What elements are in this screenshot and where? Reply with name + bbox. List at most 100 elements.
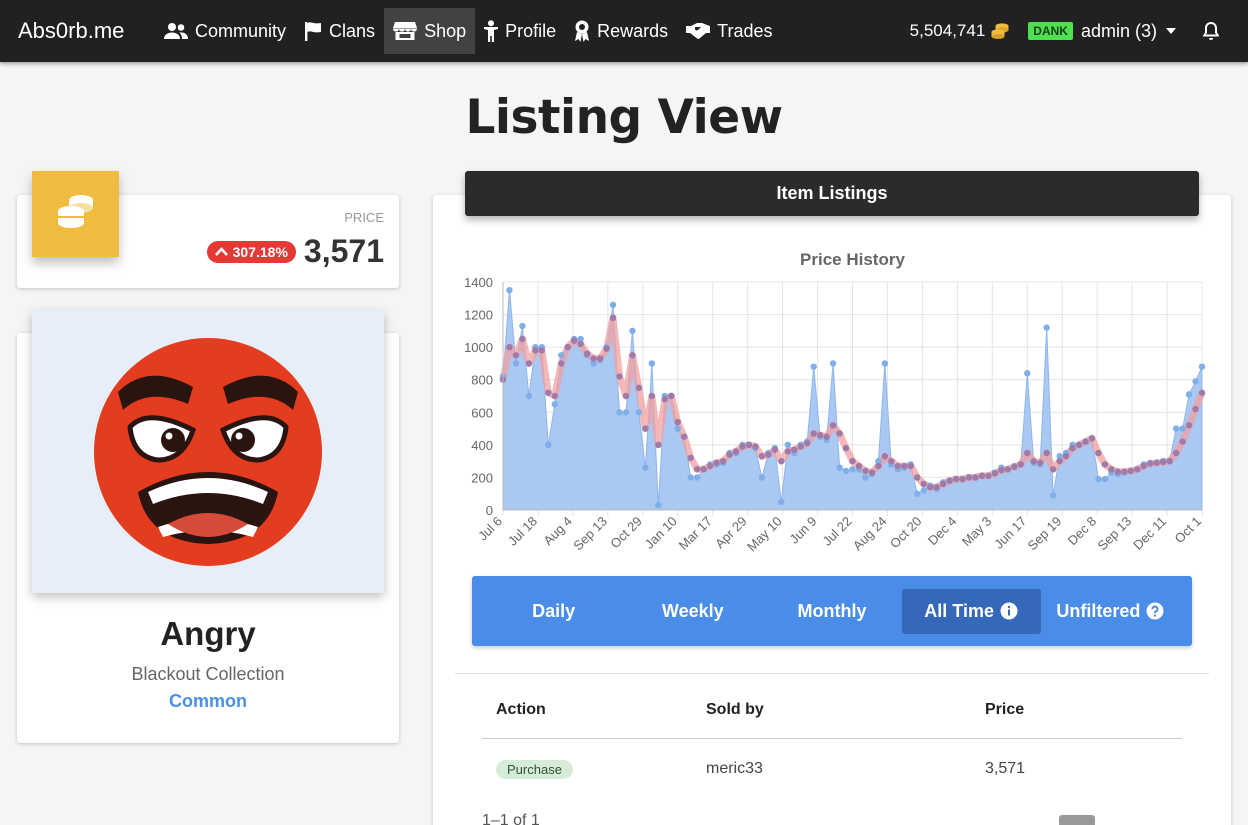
- average-point: [778, 457, 785, 465]
- nav-rewards[interactable]: Rewards: [565, 8, 677, 54]
- average-point: [784, 448, 791, 455]
- average-point: [706, 462, 714, 470]
- average-point: [939, 480, 947, 488]
- seller-cell[interactable]: meric33: [706, 760, 763, 778]
- price-point: [558, 352, 565, 359]
- pagination-info: 1–1 of 1: [482, 812, 540, 825]
- average-point: [907, 462, 914, 470]
- user-menu[interactable]: admin (3): [1081, 21, 1176, 42]
- x-tick-label: Dec 11: [1130, 514, 1169, 553]
- average-point: [732, 448, 740, 455]
- average-point: [862, 467, 869, 475]
- average-point: [745, 441, 753, 449]
- column-header-seller[interactable]: Sold by: [706, 701, 764, 719]
- x-tick-label: Oct 1: [1172, 514, 1205, 547]
- price-point: [881, 360, 889, 367]
- average-point: [972, 474, 979, 481]
- average-point: [868, 469, 876, 476]
- average-point: [532, 347, 539, 354]
- average-point: [713, 459, 720, 466]
- price-point: [778, 498, 785, 506]
- price-point: [629, 327, 636, 335]
- average-point: [700, 466, 707, 473]
- nav-clans[interactable]: Clans: [295, 8, 384, 54]
- price-point: [1179, 425, 1186, 432]
- average-point: [1140, 462, 1147, 470]
- average-point: [952, 475, 960, 483]
- pagination-button[interactable]: [1059, 815, 1095, 825]
- x-tick-label: Sep 13: [570, 514, 610, 554]
- average-point: [570, 337, 578, 344]
- y-tick-label: 800: [471, 373, 493, 388]
- x-tick-label: Oct 20: [887, 514, 925, 552]
- brand-logo[interactable]: Abs0rb.me: [18, 18, 155, 44]
- average-point: [564, 343, 571, 351]
- range-weekly-button[interactable]: Weekly: [623, 589, 762, 634]
- x-tick-label: Sep 19: [1025, 514, 1065, 554]
- price-point: [506, 286, 513, 294]
- nav-community[interactable]: Community: [155, 8, 295, 54]
- average-point: [894, 462, 902, 470]
- average-point: [797, 443, 804, 450]
- average-point: [1036, 459, 1044, 466]
- rank-badge: DANK: [1028, 22, 1073, 40]
- x-tick-label: May 10: [744, 514, 785, 555]
- average-point: [629, 352, 636, 359]
- average-point: [655, 441, 662, 449]
- average-point: [609, 314, 617, 322]
- coins-icon: [991, 23, 1009, 39]
- users-icon: [164, 22, 188, 40]
- price-point: [655, 501, 662, 509]
- x-tick-label: Mar 17: [676, 514, 715, 553]
- average-point: [965, 474, 973, 481]
- price-point: [810, 363, 817, 370]
- price-point: [687, 474, 694, 481]
- column-header-action[interactable]: Action: [496, 701, 546, 719]
- average-point: [545, 389, 552, 396]
- question-icon[interactable]: [1146, 602, 1164, 620]
- price-point: [784, 441, 791, 449]
- average-point: [998, 466, 1005, 474]
- range-monthly-button[interactable]: Monthly: [762, 589, 901, 634]
- average-point: [1101, 461, 1109, 468]
- page-title: Listing View: [465, 90, 783, 145]
- average-point: [1166, 457, 1173, 465]
- item-collection[interactable]: Blackout Collection: [17, 664, 399, 685]
- price-point: [545, 441, 552, 449]
- nav-profile-label: Profile: [505, 20, 557, 41]
- average-point: [1121, 468, 1128, 475]
- average-point: [901, 462, 908, 470]
- nav-trades[interactable]: Trades: [677, 8, 781, 54]
- x-tick-label: Jun 9: [787, 514, 820, 547]
- average-point: [551, 392, 558, 400]
- price-point: [1192, 378, 1199, 385]
- y-tick-label: 600: [471, 405, 493, 420]
- price-point: [862, 474, 869, 481]
- bell-icon[interactable]: [1202, 21, 1220, 41]
- nav-shop[interactable]: Shop: [384, 8, 476, 54]
- nav-profile[interactable]: Profile: [475, 8, 565, 54]
- x-tick-label: Oct 29: [607, 514, 645, 552]
- balance-value: 5,504,741: [909, 21, 986, 40]
- range-alltime-button[interactable]: All Time: [901, 588, 1041, 634]
- store-icon: [393, 21, 418, 41]
- price-point: [842, 467, 850, 475]
- x-tick-label: Jan 10: [642, 514, 680, 552]
- range-weekly-label: Weekly: [661, 600, 724, 621]
- average-point: [816, 431, 824, 439]
- range-daily-button[interactable]: Daily: [484, 589, 623, 634]
- range-alltime-label: All Time: [924, 600, 994, 621]
- price-point: [622, 409, 630, 416]
- range-unfiltered-button[interactable]: Unfiltered: [1041, 589, 1180, 634]
- column-header-price[interactable]: Price: [985, 701, 1024, 719]
- y-tick-label: 1200: [464, 308, 493, 323]
- average-point: [1179, 438, 1186, 445]
- action-chip: Purchase: [496, 760, 573, 779]
- average-point: [1030, 457, 1037, 465]
- average-point: [538, 347, 546, 354]
- item-image: [32, 310, 384, 593]
- price-point: [1101, 475, 1109, 483]
- y-tick-label: 400: [471, 438, 493, 453]
- info-icon[interactable]: [1000, 602, 1018, 620]
- price-coin-tile: [32, 171, 119, 257]
